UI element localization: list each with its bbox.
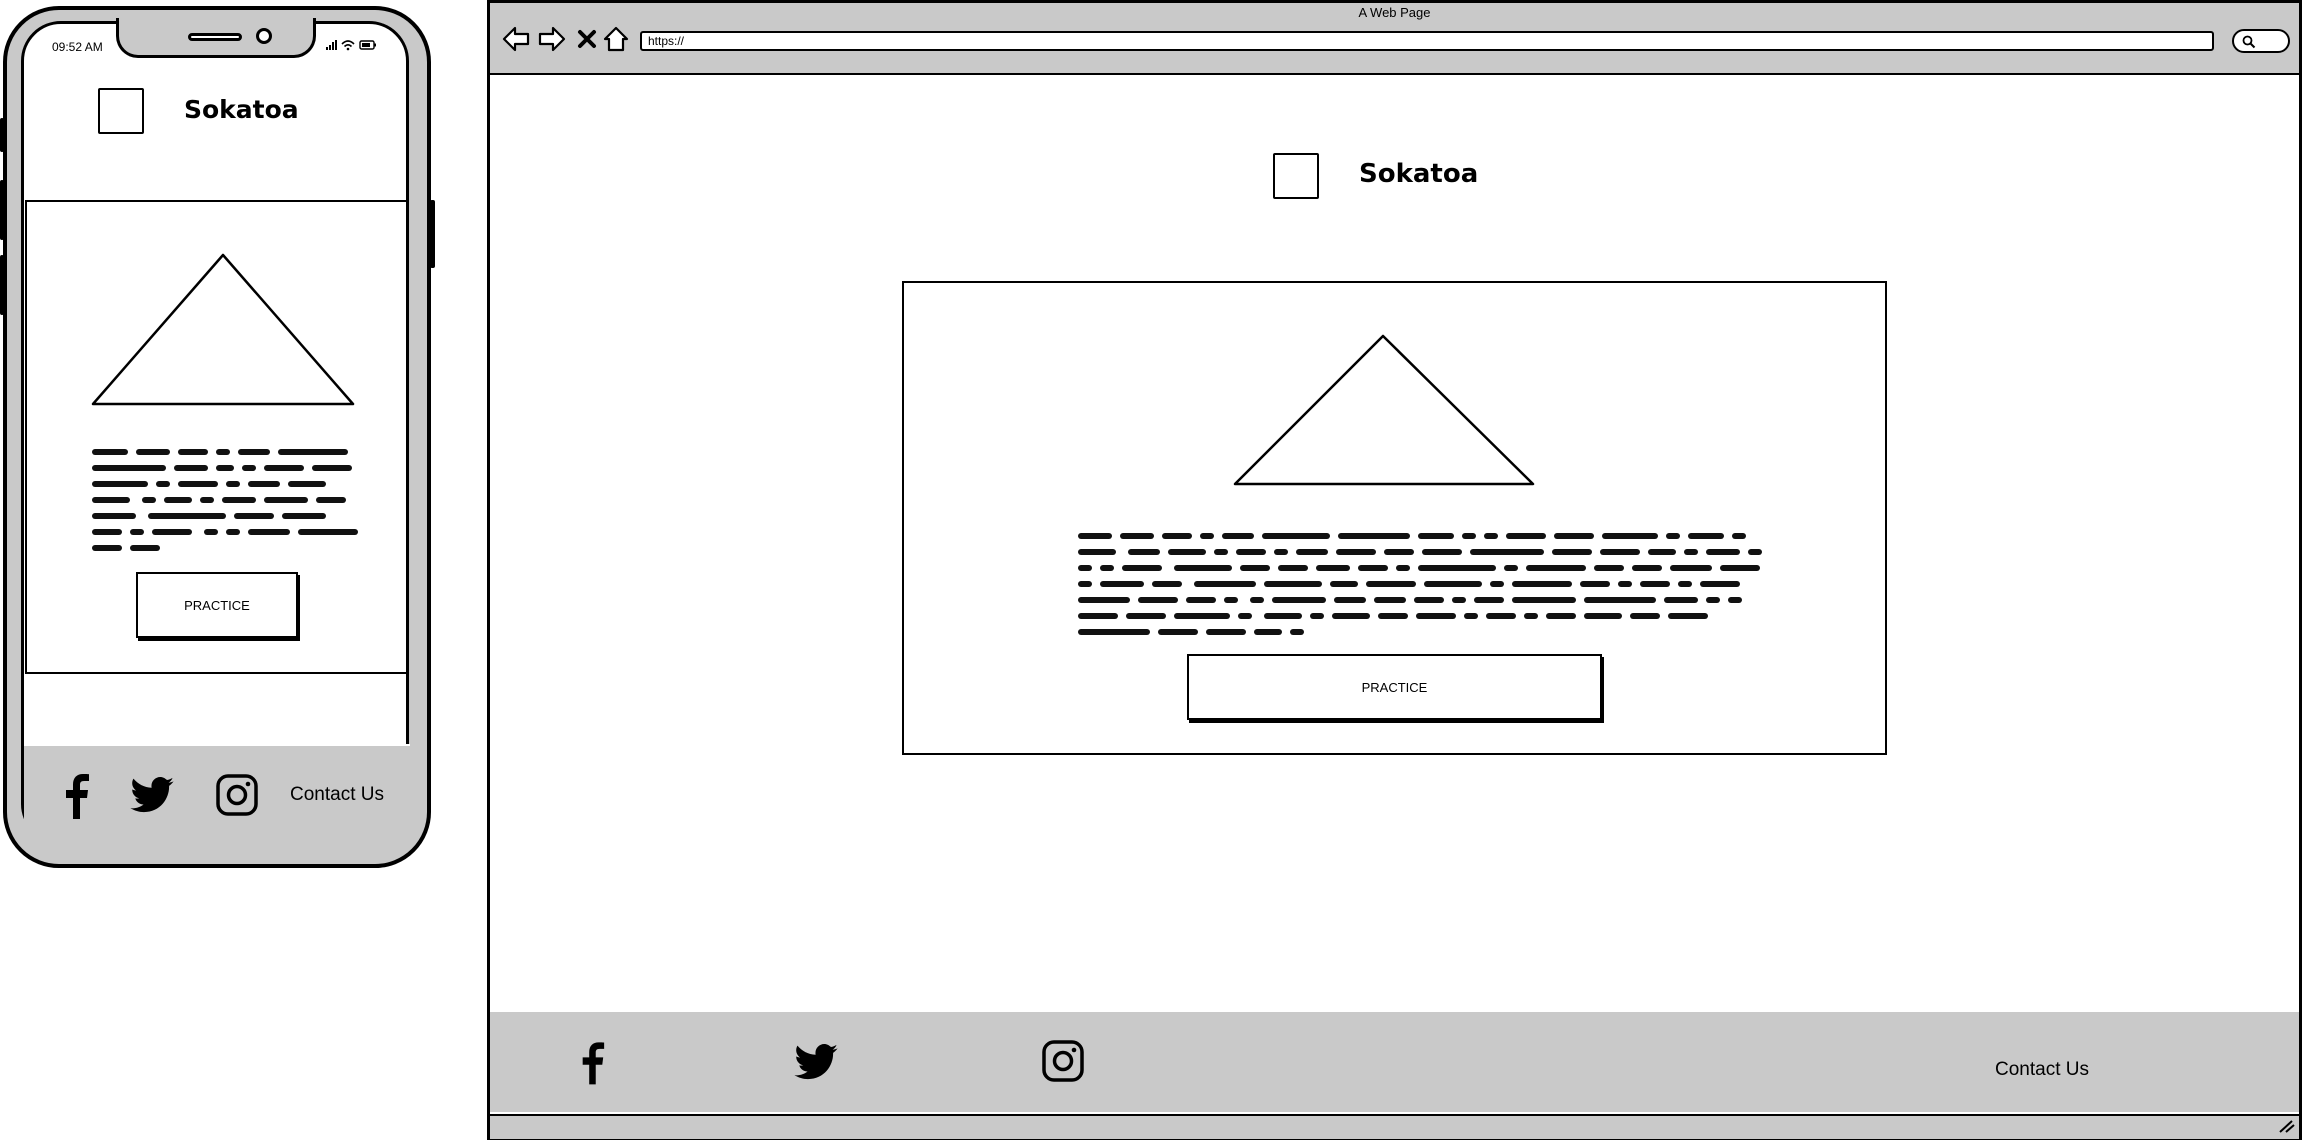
phone-power-button (430, 200, 435, 268)
phone-volume-button (0, 255, 4, 315)
description-placeholder-text (92, 448, 370, 560)
triangle-image (1233, 334, 1535, 486)
instagram-icon[interactable] (214, 772, 260, 818)
status-icons (324, 38, 380, 55)
url-input[interactable]: https:// (640, 31, 2214, 51)
card-left-edge (25, 200, 27, 672)
browser-search-field[interactable] (2232, 29, 2290, 53)
forward-arrow-icon[interactable] (538, 24, 566, 54)
logo-placeholder (1273, 153, 1319, 199)
back-arrow-icon[interactable] (502, 24, 530, 54)
practice-button[interactable]: PRACTICE (1187, 654, 1602, 720)
contact-us-link[interactable]: Contact Us (1995, 1059, 2089, 1081)
twitter-icon[interactable] (128, 772, 176, 818)
phone-volume-button (0, 180, 4, 240)
facebook-icon[interactable] (56, 770, 96, 820)
resize-grip-icon[interactable] (2278, 1119, 2296, 1133)
twitter-icon[interactable] (792, 1042, 840, 1082)
section-divider (25, 672, 408, 674)
phone-camera (256, 28, 272, 44)
phone-volume-button (0, 118, 4, 152)
contact-us-link[interactable]: Contact Us (290, 784, 384, 806)
brand-name: Sokatoa (184, 95, 299, 124)
browser-status-bar (490, 1114, 2299, 1139)
brand-name: Sokatoa (1359, 159, 1479, 189)
signal-wifi-battery-icon (326, 40, 376, 51)
phone-speaker (188, 33, 242, 41)
triangle-image (91, 253, 355, 406)
description-placeholder-text (1078, 532, 1778, 644)
card-right-edge (407, 200, 409, 672)
search-icon (2242, 35, 2256, 49)
phone-screen (21, 21, 409, 844)
window-title: A Web Page (1358, 5, 1431, 20)
status-time: 09:52 AM (52, 40, 103, 54)
practice-button[interactable]: PRACTICE (136, 572, 298, 638)
facebook-icon[interactable] (576, 1037, 608, 1087)
home-icon[interactable] (602, 24, 630, 54)
logo-placeholder (98, 88, 144, 134)
stop-x-icon[interactable] (576, 24, 598, 54)
section-divider (25, 200, 408, 202)
instagram-icon[interactable] (1041, 1039, 1085, 1083)
